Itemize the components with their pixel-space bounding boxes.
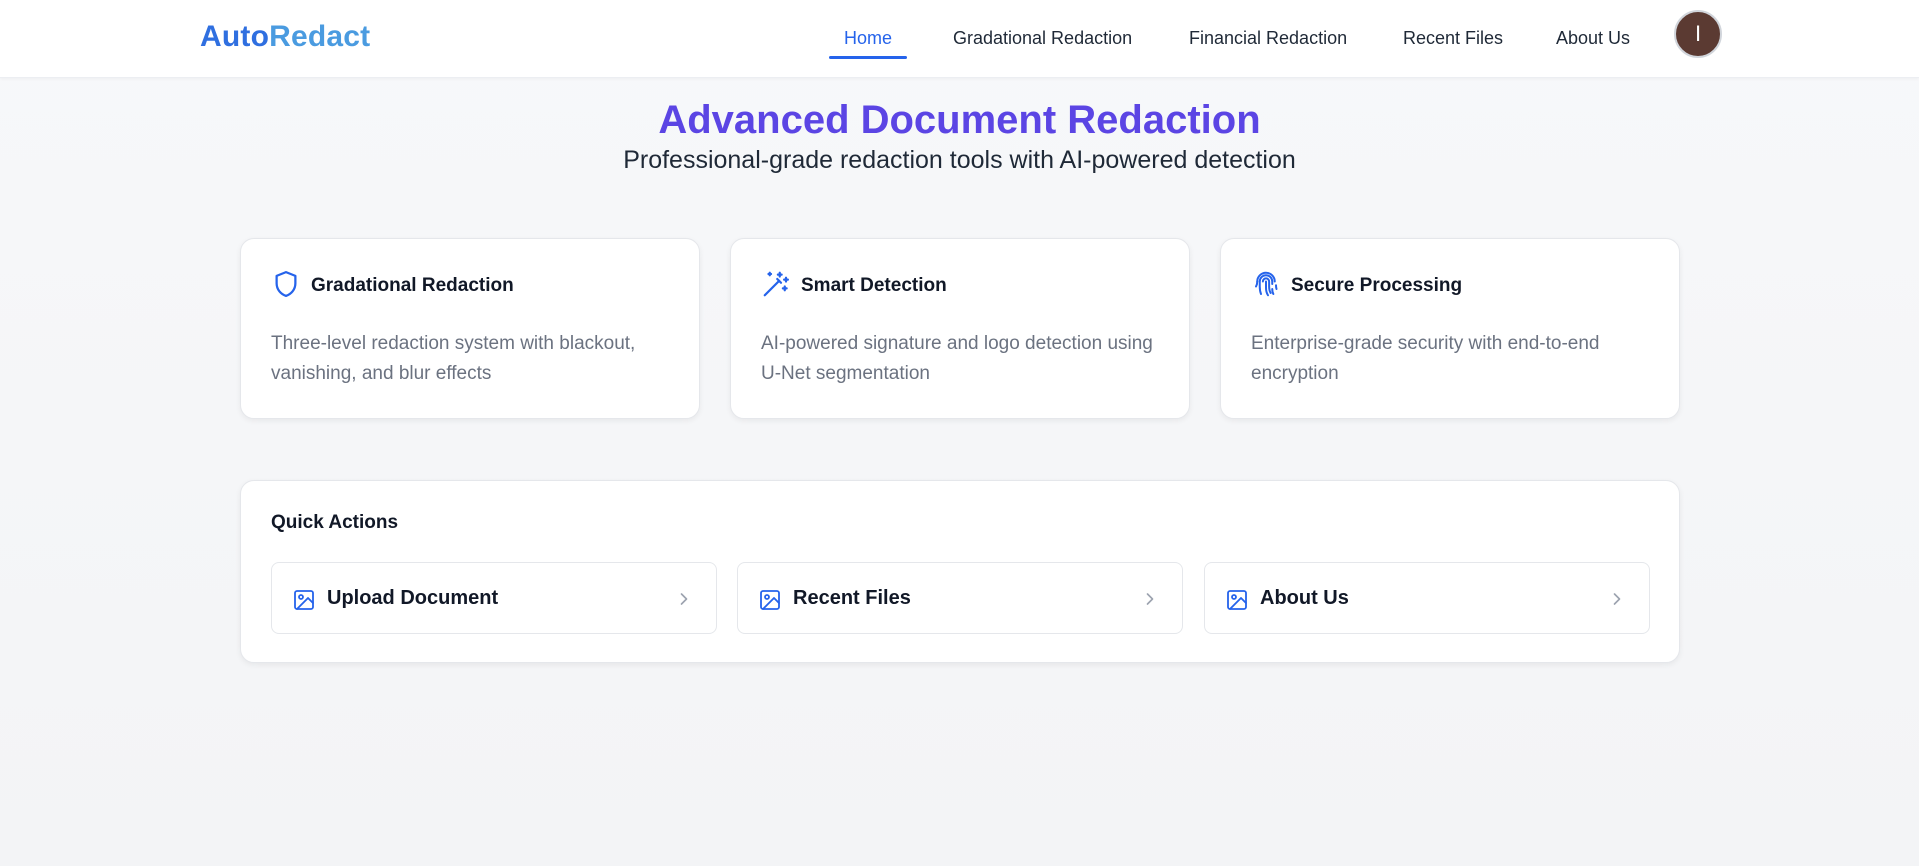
upload-document-button[interactable]: Upload Document xyxy=(271,562,717,634)
nav-home[interactable]: Home xyxy=(844,28,892,49)
chevron-right-icon xyxy=(1607,589,1627,609)
nav-recent-files[interactable]: Recent Files xyxy=(1403,28,1503,49)
quick-action-label: Recent Files xyxy=(793,587,911,609)
feature-card-smart-detection: Smart Detection AI-powered signature and… xyxy=(730,238,1190,419)
feature-title: Secure Processing xyxy=(1291,275,1463,296)
shield-icon xyxy=(271,269,301,299)
image-icon xyxy=(1225,588,1249,612)
top-navbar: AutoRedact Home Gradational Redaction Fi… xyxy=(0,0,1919,78)
nav-gradational-redaction[interactable]: Gradational Redaction xyxy=(953,28,1132,49)
quick-action-label: About Us xyxy=(1260,587,1349,609)
recent-files-button[interactable]: Recent Files xyxy=(737,562,1183,634)
feature-title: Smart Detection xyxy=(801,275,947,296)
fingerprint-icon xyxy=(1251,269,1281,299)
page-subtitle: Professional-grade redaction tools with … xyxy=(623,146,1296,174)
quick-actions-title: Quick Actions xyxy=(271,512,399,533)
image-icon xyxy=(758,588,782,612)
quick-action-label: Upload Document xyxy=(327,587,499,609)
quick-actions-panel: Quick Actions Upload Document Recent Fil… xyxy=(240,480,1680,663)
brand-text-auto: Auto xyxy=(200,20,270,53)
image-icon xyxy=(292,588,316,612)
page-title: Advanced Document Redaction xyxy=(658,98,1261,142)
feature-title: Gradational Redaction xyxy=(311,275,514,296)
chevron-right-icon xyxy=(1140,589,1160,609)
feature-description: Three-level redaction system with blacko… xyxy=(271,333,636,384)
user-avatar[interactable]: I xyxy=(1674,10,1722,58)
brand-logo[interactable]: AutoRedact xyxy=(200,20,370,54)
feature-description: AI-powered signature and logo detection … xyxy=(761,333,1153,384)
feature-description: Enterprise-grade security with end-to-en… xyxy=(1251,333,1600,384)
nav-about-us[interactable]: About Us xyxy=(1556,28,1630,49)
brand-text-redact: Redact xyxy=(269,20,371,53)
avatar-initial: I xyxy=(1694,21,1702,46)
about-us-button[interactable]: About Us xyxy=(1204,562,1650,634)
chevron-right-icon xyxy=(674,589,694,609)
nav-financial-redaction[interactable]: Financial Redaction xyxy=(1189,28,1347,49)
nav-active-indicator xyxy=(829,56,907,59)
feature-card-gradational: Gradational Redaction Three-level redact… xyxy=(240,238,700,419)
feature-card-secure-processing: Secure Processing Enterprise-grade secur… xyxy=(1220,238,1680,419)
magic-wand-icon xyxy=(761,269,791,299)
